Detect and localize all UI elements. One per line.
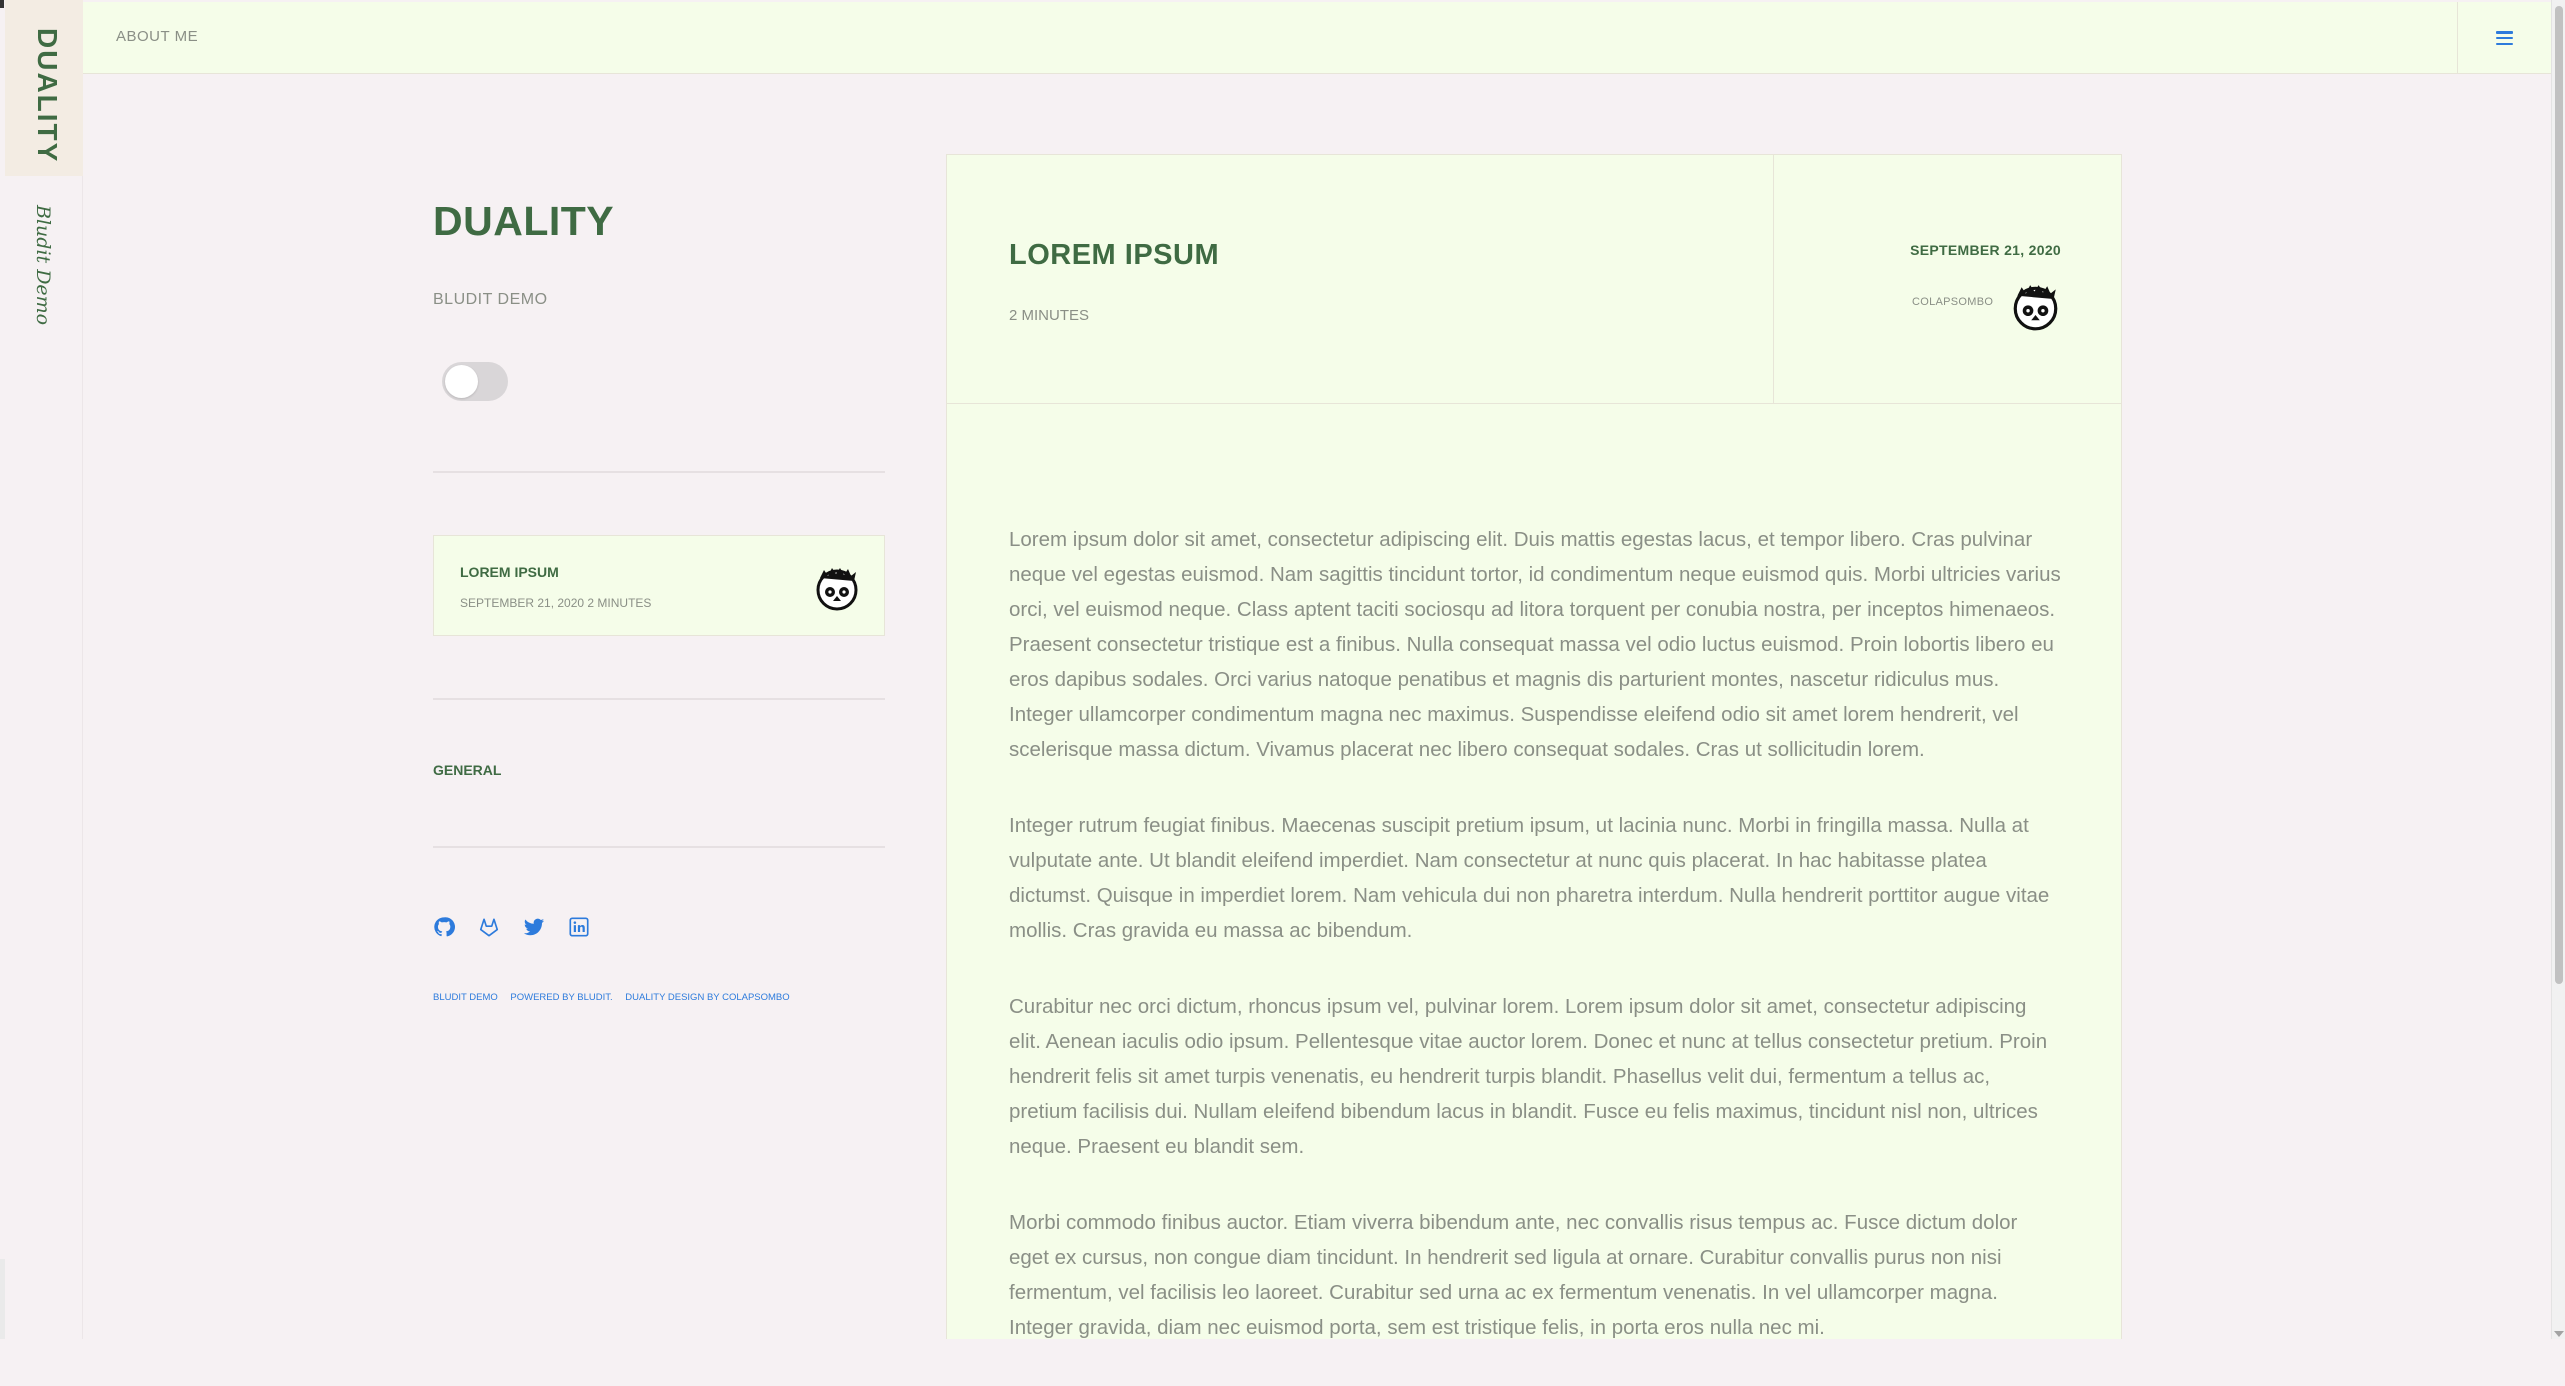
menu-button[interactable] [2457, 2, 2551, 74]
scroll-down-arrow-icon[interactable] [2554, 1331, 2564, 1337]
article-paragraph: Integer rutrum feugiat finibus. Maecenas… [1009, 814, 2050, 942]
dark-mode-toggle[interactable] [442, 362, 508, 401]
article-header: LOREM IPSUM 2 MINUTES SEPTEMBER 21, 2020 [947, 155, 2121, 404]
social-links [433, 916, 590, 938]
scrollbar-thumb[interactable] [2555, 6, 2563, 984]
footer-design-credit-link[interactable]: DUALITY DESIGN BY COLAPSOMBO [625, 992, 789, 1003]
sidebar-divider [433, 471, 885, 473]
article-date: SEPTEMBER 21, 2020 [1910, 242, 2061, 258]
footer-site-link[interactable]: BLUDIT DEMO [433, 992, 498, 1003]
gitlab-icon[interactable] [478, 916, 500, 938]
article-paragraph: Curabitur nec orci dictum, rhoncus ipsum… [1009, 995, 2048, 1158]
article-card: LOREM IPSUM 2 MINUTES SEPTEMBER 21, 2020… [946, 154, 2122, 1339]
category-general-link[interactable]: GENERAL [433, 762, 501, 778]
corner-mark [0, 0, 4, 8]
hamburger-icon [2496, 31, 2513, 45]
rail-brand[interactable]: DUALITY [31, 28, 63, 163]
article-read-time: 2 MINUTES [1009, 307, 1090, 324]
top-navbar: ABOUT ME [83, 2, 2551, 74]
sidebar-divider [433, 846, 885, 848]
github-icon[interactable] [433, 916, 455, 938]
sidebar-divider [433, 698, 885, 700]
rail-brand-tab[interactable]: DUALITY [5, 0, 83, 176]
article-body: Lorem ipsum dolor sit amet, consectetur … [1009, 522, 2061, 1386]
article-header-left: LOREM IPSUM 2 MINUTES [947, 155, 1774, 403]
article-paragraph: Morbi commodo finibus auctor. Etiam vive… [1009, 1211, 2018, 1339]
article-author[interactable]: COLAPSOMBO [1912, 296, 1993, 308]
article-paragraph: Lorem ipsum dolor sit amet, consectetur … [1009, 528, 2061, 761]
footer-links: BLUDIT DEMO POWERED BY BLUDIT. DUALITY D… [433, 992, 800, 1003]
left-rail: DUALITY Bludit Demo [0, 0, 83, 1339]
rail-subtitle: Bludit Demo [32, 205, 54, 326]
article-title[interactable]: LOREM IPSUM [1009, 239, 1219, 272]
site-description: BLUDIT DEMO [433, 291, 548, 308]
recent-post-card[interactable]: LOREM IPSUM SEPTEMBER 21, 2020 2 MINUTES [433, 535, 885, 636]
footer-powered-by-link[interactable]: POWERED BY BLUDIT. [510, 992, 612, 1003]
recent-post-title[interactable]: LOREM IPSUM [460, 564, 559, 580]
recent-post-meta: SEPTEMBER 21, 2020 2 MINUTES [460, 596, 652, 610]
twitter-icon[interactable] [523, 916, 545, 938]
site-title[interactable]: DUALITY [433, 198, 614, 245]
toggle-knob [445, 365, 478, 398]
page-scrollbar[interactable] [2551, 0, 2565, 1339]
nav-about-me-link[interactable]: ABOUT ME [116, 28, 198, 45]
panda-avatar-icon [816, 568, 858, 611]
author-avatar-icon [2013, 285, 2058, 331]
linkedin-icon[interactable] [568, 916, 590, 938]
window-bottom-strip [0, 1259, 5, 1339]
